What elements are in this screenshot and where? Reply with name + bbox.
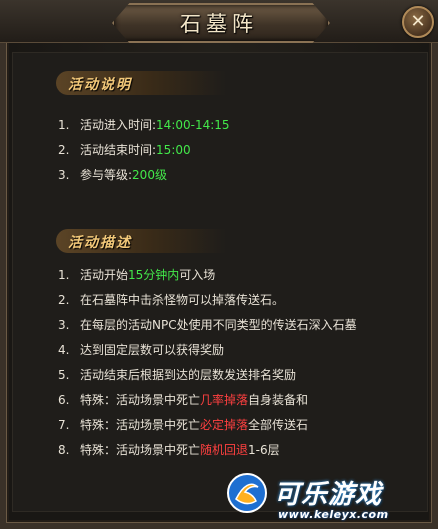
- section-desc-title: 活动描述: [68, 235, 132, 251]
- keleyx-logo-icon: [227, 473, 267, 513]
- watermark-url: www.keleyx.com: [278, 508, 389, 521]
- window-title: 石墓阵: [180, 12, 258, 36]
- close-button[interactable]: ✕: [402, 6, 434, 38]
- section-info-title: 活动说明: [68, 77, 132, 93]
- watermark-name: 可乐游戏: [274, 480, 383, 510]
- close-icon: ✕: [410, 11, 426, 32]
- watermark-logo: 可乐游戏 www.keleyx.com: [220, 468, 434, 526]
- title-bar: 石墓阵 ✕: [0, 0, 438, 43]
